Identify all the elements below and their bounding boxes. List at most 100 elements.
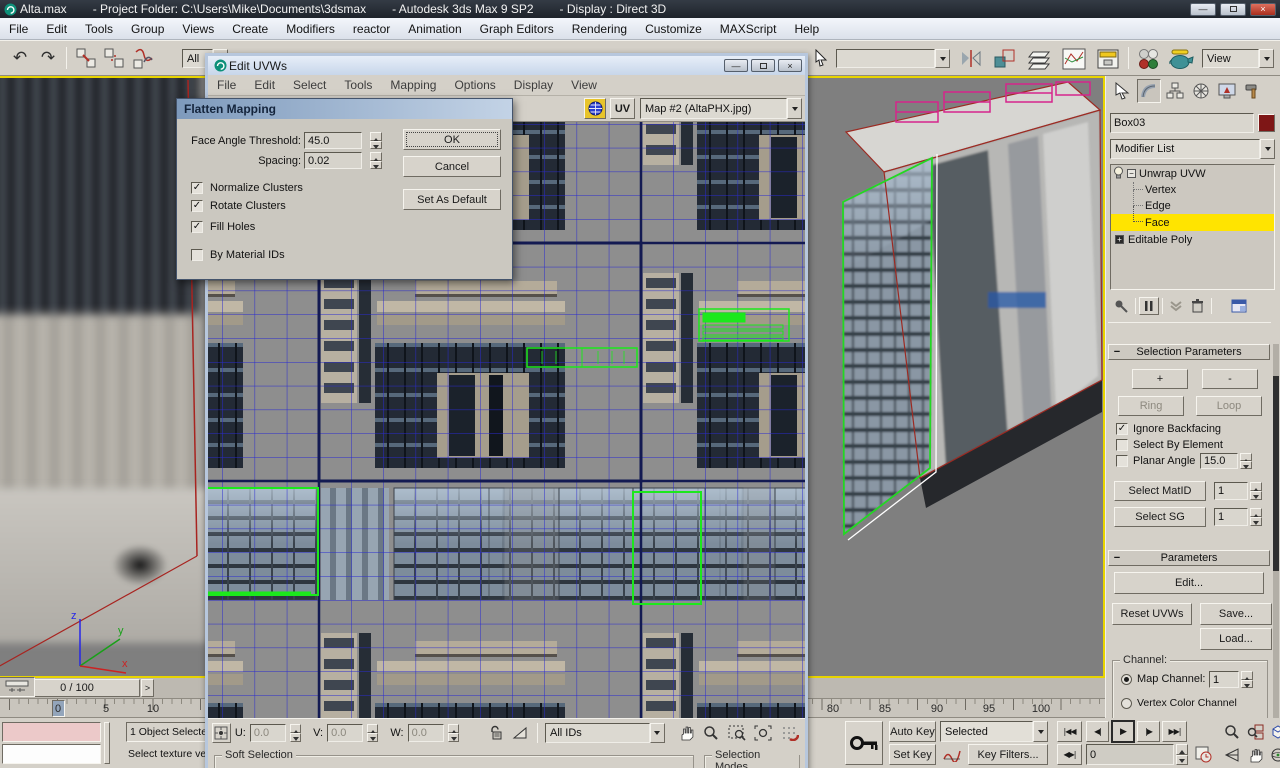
create-tab-arrow-icon[interactable] xyxy=(1111,79,1135,103)
face-angle-spinner[interactable] xyxy=(370,132,382,149)
zoom-extents-icon[interactable] xyxy=(1267,721,1280,742)
matid-spinner[interactable] xyxy=(1250,482,1262,500)
absolute-mode-icon[interactable] xyxy=(212,723,231,743)
flatten-mapping-title-bar[interactable]: Flatten Mapping xyxy=(177,99,512,119)
v-spinner[interactable] xyxy=(367,724,378,742)
restore-button[interactable] xyxy=(751,59,775,72)
configure-modifier-sets-icon[interactable] xyxy=(1227,299,1251,313)
by-material-ids-checkbox[interactable]: By Material IDs xyxy=(191,249,285,261)
go-to-start-button[interactable]: |◀◀ xyxy=(1057,721,1082,742)
map-channel-radio[interactable]: Map Channel: xyxy=(1121,673,1206,685)
view-dropdown[interactable]: View xyxy=(1202,49,1274,68)
zoom-icon[interactable] xyxy=(701,725,722,741)
planar-angle-spinner[interactable] xyxy=(1240,453,1252,469)
frame-spinner[interactable] xyxy=(1176,744,1188,765)
planar-angle-checkbox[interactable]: Planar Angle xyxy=(1116,455,1195,467)
matid-field[interactable]: 1 xyxy=(1214,482,1248,500)
maxscript-mini-listener-white[interactable] xyxy=(2,744,101,764)
dropdown-arrow-icon[interactable] xyxy=(787,98,802,119)
select-matid-button[interactable]: Select MatID xyxy=(1114,481,1206,501)
stack-item-face-selected[interactable]: Face xyxy=(1111,214,1274,231)
next-frame-button[interactable]: |▶ xyxy=(1137,721,1160,742)
ignore-backfacing-checkbox[interactable]: ✓ Ignore Backfacing xyxy=(1116,423,1221,435)
display-tab-icon[interactable] xyxy=(1215,79,1239,103)
time-configuration-icon[interactable] xyxy=(1191,744,1215,765)
select-and-link-icon[interactable] xyxy=(74,46,98,70)
zoom-all-icon[interactable] xyxy=(1244,721,1266,742)
normalize-clusters-checkbox[interactable]: ✓ Normalize Clusters xyxy=(191,182,303,194)
lightbulb-icon[interactable] xyxy=(1113,166,1124,182)
stack-item-unwrap-uvw[interactable]: − Unwrap UVW xyxy=(1111,165,1274,182)
bind-to-space-warp-icon[interactable] xyxy=(130,46,156,72)
u-spinner[interactable] xyxy=(290,724,301,742)
menu-customize[interactable]: Customize xyxy=(636,18,711,39)
close-button[interactable]: × xyxy=(778,59,802,72)
menu-maxscript[interactable]: MAXScript xyxy=(711,18,786,39)
go-to-end-button[interactable]: ▶▶| xyxy=(1162,721,1187,742)
select-by-element-checkbox[interactable]: Select By Element xyxy=(1116,439,1223,451)
listener-splitter[interactable] xyxy=(104,722,110,764)
loop-button[interactable]: Loop xyxy=(1196,396,1262,416)
object-color-swatch[interactable] xyxy=(1258,114,1275,132)
save-uvws-button[interactable]: Save... xyxy=(1200,603,1272,625)
dropdown-arrow-icon[interactable] xyxy=(1033,721,1048,742)
dropdown-arrow-icon[interactable] xyxy=(935,49,950,68)
dropdown-arrow-icon[interactable] xyxy=(1260,139,1275,159)
uvw-menu-view[interactable]: View xyxy=(562,75,606,95)
zoom-extents-icon[interactable] xyxy=(752,725,774,741)
current-frame-field[interactable]: 0 xyxy=(1086,744,1174,765)
zoom-region-icon[interactable] xyxy=(726,725,748,741)
ok-button[interactable]: OK xyxy=(403,129,501,150)
set-as-default-button[interactable]: Set As Default xyxy=(403,189,501,210)
uvw-menu-mapping[interactable]: Mapping xyxy=(381,75,445,95)
ring-button[interactable]: Ring xyxy=(1118,396,1184,416)
close-button[interactable]: × xyxy=(1250,3,1276,16)
uvw-menu-options[interactable]: Options xyxy=(445,75,504,95)
key-mode-toggle-button[interactable]: ◀▶| xyxy=(1057,744,1082,765)
reset-uvws-button[interactable]: Reset UVWs xyxy=(1112,603,1192,625)
dropdown-arrow-icon[interactable] xyxy=(650,723,665,743)
planar-angle-field[interactable]: 15.0 xyxy=(1200,453,1238,469)
uvw-menu-display[interactable]: Display xyxy=(505,75,562,95)
edit-uvws-button[interactable]: Edit... xyxy=(1114,572,1264,594)
rollout-collapse-icon[interactable]: − xyxy=(1109,346,1125,358)
stack-item-editable-poly[interactable]: + Editable Poly xyxy=(1111,231,1274,248)
arc-rotate-icon[interactable] xyxy=(1267,744,1280,765)
menu-tools[interactable]: Tools xyxy=(76,18,122,39)
menu-help[interactable]: Help xyxy=(785,18,828,39)
open-minigraph-icon[interactable] xyxy=(0,677,35,697)
menu-edit[interactable]: Edit xyxy=(37,18,76,39)
pan-hand-icon[interactable] xyxy=(1244,744,1266,765)
named-selection-sets-dropdown[interactable] xyxy=(836,49,950,68)
select-object-icon[interactable] xyxy=(812,48,830,68)
previous-frame-button[interactable]: ◀| xyxy=(1086,721,1109,742)
shrink-selection-button[interactable]: - xyxy=(1202,369,1258,389)
menu-graph-editors[interactable]: Graph Editors xyxy=(471,18,563,39)
field-of-view-icon[interactable] xyxy=(1221,744,1243,765)
menu-modifiers[interactable]: Modifiers xyxy=(277,18,344,39)
map-channel-field[interactable]: 1 xyxy=(1209,671,1239,688)
menu-file[interactable]: File xyxy=(0,18,37,39)
pin-stack-icon[interactable] xyxy=(1110,298,1132,314)
panel-scrollbar[interactable] xyxy=(1273,344,1279,768)
object-name-field[interactable]: Box03 xyxy=(1110,113,1254,133)
snap-toggle-icon[interactable] xyxy=(779,725,801,741)
uvw-menu-select[interactable]: Select xyxy=(284,75,335,95)
modifier-list-dropdown[interactable]: Modifier List xyxy=(1110,139,1275,159)
load-uvws-button[interactable]: Load... xyxy=(1200,628,1272,650)
cancel-button[interactable]: Cancel xyxy=(403,156,501,177)
faces-tool-icon[interactable] xyxy=(509,726,530,740)
material-editor-icon[interactable] xyxy=(1134,46,1162,72)
menu-group[interactable]: Group xyxy=(122,18,173,39)
rollout-collapse-icon[interactable]: − xyxy=(1109,552,1125,564)
maxscript-mini-listener-pink[interactable] xyxy=(2,722,101,742)
show-end-result-icon[interactable] xyxy=(1139,297,1159,315)
rotate-clusters-checkbox[interactable]: ✓ Rotate Clusters xyxy=(191,200,286,212)
u-field[interactable]: 0.0 xyxy=(250,724,286,742)
minimize-button[interactable]: — xyxy=(724,59,748,72)
play-button[interactable]: ▶ xyxy=(1111,720,1135,743)
time-slider-next-button[interactable]: > xyxy=(141,679,154,697)
undo-icon[interactable]: ↶ xyxy=(8,46,32,70)
collapse-box-icon[interactable]: − xyxy=(1127,169,1136,178)
menu-rendering[interactable]: Rendering xyxy=(563,18,636,39)
